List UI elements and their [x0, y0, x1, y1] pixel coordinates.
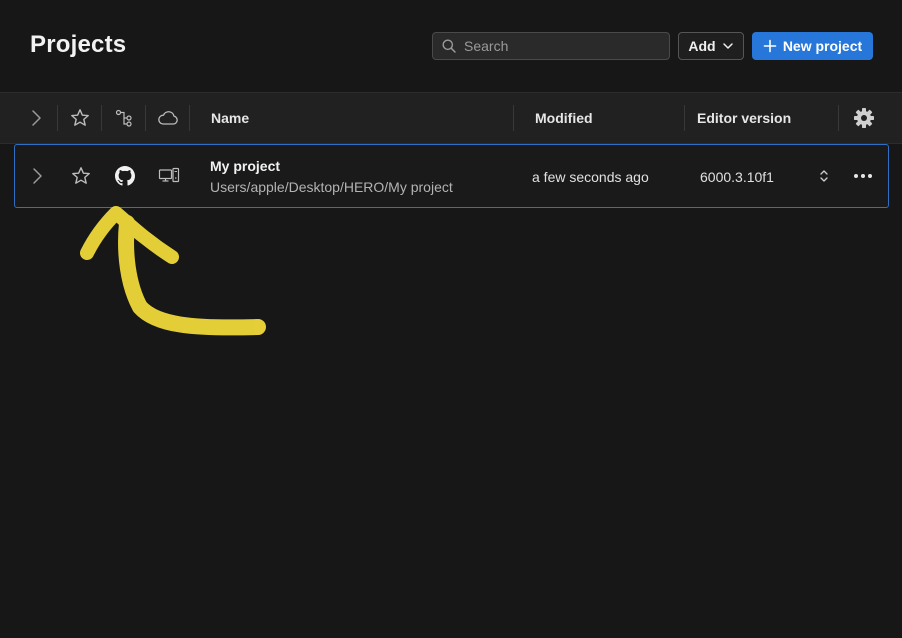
project-path: Users/apple/Desktop/HERO/My project — [210, 179, 453, 195]
expand-all-button[interactable] — [16, 93, 56, 143]
branch-icon — [115, 109, 132, 127]
search-icon — [442, 39, 456, 53]
editor-version-column-header[interactable]: Editor version — [697, 110, 791, 126]
expand-row-button[interactable] — [17, 145, 57, 206]
project-editor-version: 6000.3.10f1 — [700, 169, 774, 185]
chevron-down-icon — [722, 43, 733, 49]
header-divider — [838, 105, 839, 131]
more-icon — [854, 173, 872, 178]
cloud-column-header[interactable] — [148, 93, 188, 143]
table-header: Name Modified Editor version — [0, 92, 902, 144]
computer-icon — [158, 167, 180, 182]
more-options-button[interactable] — [847, 145, 879, 206]
page-title: Projects — [30, 31, 127, 58]
header-divider — [189, 105, 190, 131]
star-icon — [71, 109, 89, 126]
vcs-column-header[interactable] — [104, 93, 144, 143]
header-divider — [684, 105, 685, 131]
project-modified: a few seconds ago — [532, 169, 649, 185]
projects-page: Projects Add New project — [0, 0, 902, 638]
settings-button[interactable] — [844, 93, 884, 143]
search-input[interactable] — [464, 38, 664, 54]
plus-icon — [763, 39, 777, 53]
arrow-annotation — [80, 206, 266, 336]
chevron-right-icon — [33, 167, 42, 184]
new-project-label: New project — [782, 38, 863, 54]
header-divider — [57, 105, 58, 131]
updown-chevron-icon — [820, 169, 828, 182]
add-button-label: Add — [688, 38, 716, 54]
modified-column-header[interactable]: Modified — [535, 110, 593, 126]
favorite-column-header[interactable] — [60, 93, 100, 143]
chevron-right-icon — [32, 110, 41, 126]
cloud-icon — [158, 111, 178, 125]
add-button[interactable]: Add — [678, 32, 744, 60]
header-divider — [513, 105, 514, 131]
search-box[interactable] — [432, 32, 670, 60]
top-bar: Projects Add New project — [0, 0, 902, 92]
new-project-button[interactable]: New project — [752, 32, 873, 60]
version-selector[interactable] — [813, 145, 835, 206]
header-divider — [145, 105, 146, 131]
star-icon — [72, 166, 90, 184]
github-icon — [115, 165, 135, 186]
project-name[interactable]: My project — [210, 158, 280, 174]
name-column-header[interactable]: Name — [211, 110, 249, 126]
header-divider — [101, 105, 102, 131]
gear-icon — [854, 108, 874, 128]
